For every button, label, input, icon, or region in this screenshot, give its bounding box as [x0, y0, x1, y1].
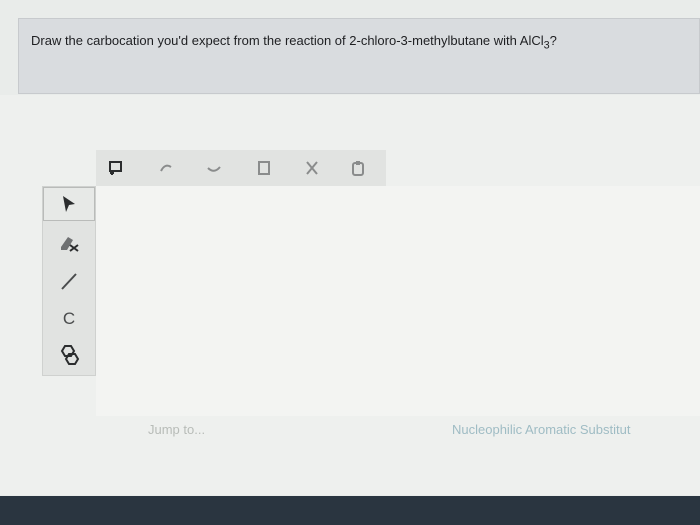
editor-side-toolbar: C: [42, 186, 96, 376]
ring-icon[interactable]: [55, 341, 83, 369]
editor-top-toolbar: [96, 150, 386, 187]
paste-icon[interactable]: [348, 158, 368, 178]
select-arrow-icon[interactable]: [55, 190, 83, 218]
question-text: Draw the carbocation you'd expect from t…: [31, 33, 557, 52]
carbon-label: C: [62, 309, 76, 328]
new-icon[interactable]: [106, 158, 126, 178]
copy-icon[interactable]: [254, 158, 274, 178]
undo-icon[interactable]: [156, 158, 176, 178]
bond-icon[interactable]: [55, 267, 83, 295]
redo-icon[interactable]: [204, 158, 224, 178]
footer-nav: Jump to... Nucleophilic Aromatic Substit…: [0, 418, 700, 444]
cut-icon[interactable]: [302, 158, 322, 178]
jump-to-link[interactable]: Jump to...: [148, 422, 205, 437]
drawing-canvas[interactable]: [96, 186, 700, 416]
next-topic-link[interactable]: Nucleophilic Aromatic Substitut: [452, 422, 630, 437]
eraser-icon[interactable]: [55, 229, 83, 257]
question-panel: Draw the carbocation you'd expect from t…: [18, 18, 700, 94]
carbon-tool[interactable]: C: [55, 305, 83, 333]
bottom-band: [0, 496, 700, 525]
